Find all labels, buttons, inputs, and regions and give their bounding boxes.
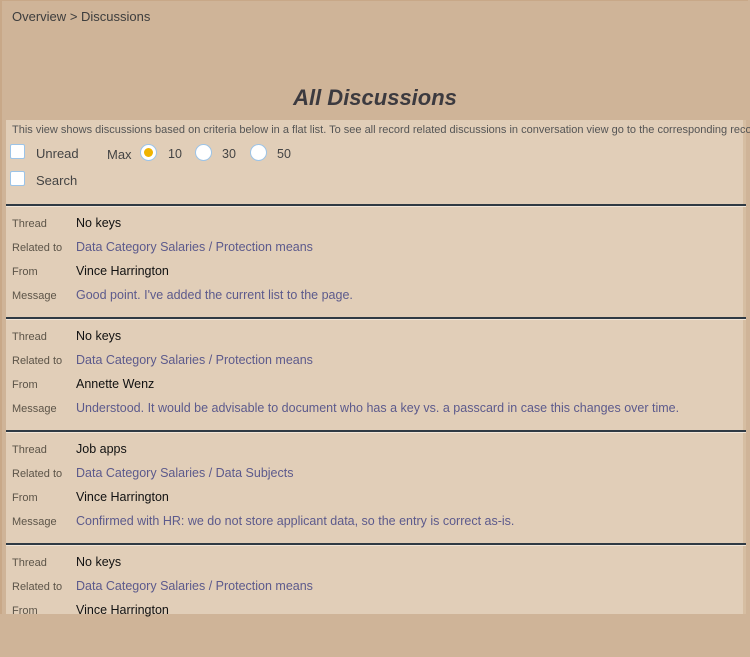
from-value: Vince Harrington bbox=[76, 264, 169, 278]
info-text: This view shows discussions based on cri… bbox=[12, 124, 750, 136]
thread-label: Thread bbox=[12, 557, 47, 569]
message-link[interactable]: Good point. I've added the current list … bbox=[76, 288, 353, 302]
related-to-link[interactable]: Data Category Salaries / Protection mean… bbox=[76, 353, 313, 367]
message-label: Message bbox=[12, 403, 57, 415]
related-to-label: Related to bbox=[12, 242, 63, 254]
discussion-item: Thread No keys Related to Data Category … bbox=[6, 319, 746, 431]
message-link[interactable]: Understood. It would be advisable to doc… bbox=[76, 401, 679, 415]
discussion-item: Thread Job apps Related to Data Category… bbox=[6, 432, 746, 544]
related-to-link[interactable]: Data Category Salaries / Protection mean… bbox=[76, 240, 313, 254]
message-link[interactable]: Confirmed with HR: we do not store appli… bbox=[76, 514, 514, 528]
thread-value: No keys bbox=[76, 329, 122, 343]
max-radio-30[interactable] bbox=[195, 144, 212, 161]
max-option-30-label[interactable]: 30 bbox=[222, 147, 236, 161]
thread-value: Job apps bbox=[76, 442, 127, 456]
thread-value: No keys bbox=[76, 216, 122, 230]
related-to-link[interactable]: Data Category Salaries / Data Subjects bbox=[76, 466, 293, 480]
thread-label: Thread bbox=[12, 444, 47, 456]
page-title: All Discussions bbox=[293, 85, 457, 110]
related-to-label: Related to bbox=[12, 581, 63, 593]
thread-value: No keys bbox=[76, 555, 122, 569]
max-label: Max bbox=[107, 147, 132, 162]
max-radio-50[interactable] bbox=[250, 144, 267, 161]
search-checkbox[interactable] bbox=[10, 171, 25, 186]
from-label: From bbox=[12, 379, 38, 391]
search-label[interactable]: Search bbox=[36, 173, 77, 188]
breadcrumb: Overview > Discussions bbox=[12, 9, 150, 24]
related-to-label: Related to bbox=[12, 468, 63, 480]
breadcrumb-item-discussions: Discussions bbox=[81, 9, 151, 24]
max-option-50-label[interactable]: 50 bbox=[277, 147, 291, 161]
from-label: From bbox=[12, 492, 38, 504]
message-label: Message bbox=[12, 290, 57, 302]
discussion-item: Thread No keys Related to Data Category … bbox=[6, 206, 746, 318]
unread-label[interactable]: Unread bbox=[36, 146, 79, 161]
breadcrumb-item-overview[interactable]: Overview bbox=[12, 9, 66, 24]
unread-checkbox[interactable] bbox=[10, 144, 25, 159]
from-value: Vince Harrington bbox=[76, 603, 169, 617]
max-option-10-label[interactable]: 10 bbox=[168, 147, 182, 161]
from-label: From bbox=[12, 605, 38, 617]
thread-label: Thread bbox=[12, 331, 47, 343]
from-label: From bbox=[12, 266, 38, 278]
related-to-label: Related to bbox=[12, 355, 63, 367]
from-value: Vince Harrington bbox=[76, 490, 169, 504]
related-to-link[interactable]: Data Category Salaries / Protection mean… bbox=[76, 579, 313, 593]
thread-label: Thread bbox=[12, 218, 47, 230]
from-value: Annette Wenz bbox=[76, 377, 155, 391]
discussions-panel: This view shows discussions based on cri… bbox=[6, 120, 750, 617]
discussion-item: Thread No keys Related to Data Category … bbox=[6, 545, 746, 657]
message-label: Message bbox=[12, 516, 57, 528]
breadcrumb-separator: > bbox=[69, 9, 78, 24]
max-radio-10[interactable] bbox=[140, 144, 157, 161]
